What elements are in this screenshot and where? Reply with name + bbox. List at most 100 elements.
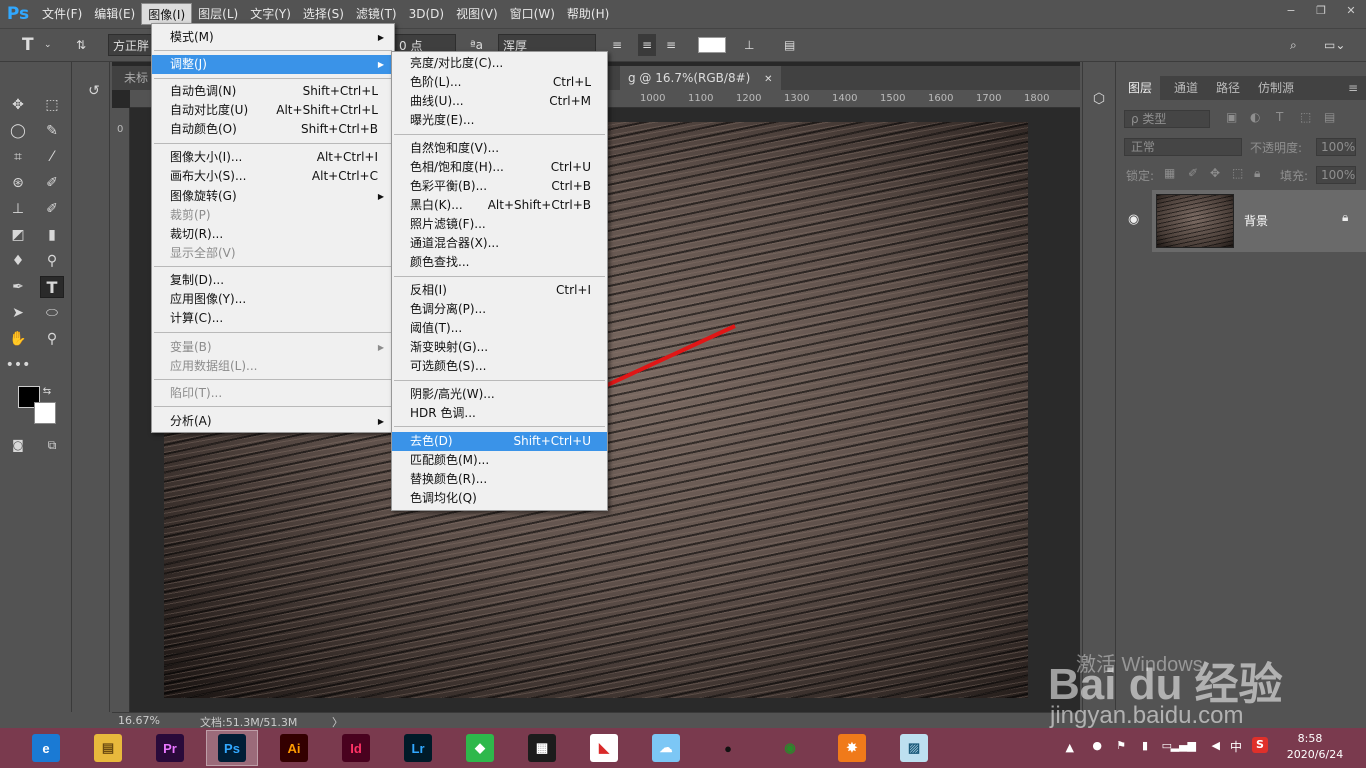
menu-item-auto-contrast[interactable]: 自动对比度(U) Alt+Shift+Ctrl+L [152,101,394,120]
layer-filter-select[interactable]: ρ 类型 [1124,110,1210,128]
filter-pixel-icon[interactable]: ▣ [1226,110,1237,124]
item-label: 色相/饱和度(H)... [410,160,504,174]
menu-item-apply-image[interactable]: 应用图像(Y)... [152,290,394,309]
menu-item-black-white[interactable]: 黑白(K)... Alt+Shift+Ctrl+B [392,196,607,215]
blend-mode-select[interactable]: 正常 [1124,138,1242,156]
menu-item-selective-color[interactable]: 可选颜色(S)... [392,357,607,376]
shortcut: Ctrl+U [550,160,591,174]
filter-type-icon[interactable]: T [1276,110,1283,124]
filter-adjust-icon[interactable]: ◐ [1250,110,1260,124]
lock-all-icon[interactable]: 🔒︎ [1254,166,1260,181]
item-label: 裁剪(P) [170,208,211,222]
3d-panel-icon[interactable]: ⬡ [1087,88,1111,110]
tab-channels[interactable]: 通道 [1166,76,1206,100]
menu-item-posterize[interactable]: 色调分离(P)... [392,300,607,319]
item-label: 陷印(T)... [170,386,223,400]
taskbar-app-indesign[interactable]: Id [330,730,382,766]
taskbar-app-video-editor[interactable]: ▦ [516,730,568,766]
taskbar-app-notes[interactable]: ▨ [888,730,940,766]
menu-item-auto-tone[interactable]: 自动色调(N) Shift+Ctrl+L [152,82,394,101]
image-menu: 模式(M) ▶ 调整(J) ▶ 自动色调(N) Shift+Ctrl+L 自动对比度(… [151,23,395,433]
menu-item-curves[interactable]: 曲线(U)... Ctrl+M [392,92,607,111]
menu-item-brightness-contrast[interactable]: 亮度/对比度(C)... [392,54,607,73]
menu-item-replace-color[interactable]: 替换颜色(R)... [392,470,607,489]
menu-item-vibrance[interactable]: 自然饱和度(V)... [392,139,607,158]
filter-smart-icon[interactable]: ▤ [1324,110,1335,124]
taskbar-app-app-cloud[interactable]: ☁ [640,730,692,766]
menu-item-desaturate[interactable]: 去色(D) Shift+Ctrl+U [392,432,607,451]
lock-pixels-icon[interactable]: ▦ [1164,166,1175,180]
status-bar: 16.67% 文档:51.3M/51.3M 〉 [112,712,1080,729]
submenu-arrow-icon: ▶ [377,192,384,201]
opacity-field[interactable]: 100% [1316,138,1356,156]
clock-date[interactable]: 2020/6/24 [1280,748,1350,761]
qq-tray-icon[interactable]: ● [1092,739,1102,752]
item-label: 调整(J) [170,57,207,71]
menu-item-threshold[interactable]: 阈值(T)... [392,319,607,338]
menu-item-equalize[interactable]: 色调均化(Q) [392,489,607,508]
menu-item-image-rotation[interactable]: 图像旋转(G) ▶ [152,187,394,206]
menu-item-analysis[interactable]: 分析(A) ▶ [152,412,394,431]
menu-item-color-balance[interactable]: 色彩平衡(B)... Ctrl+B [392,177,607,196]
network-icon[interactable]: ▂▄▆ [1171,739,1196,752]
taskbar-app-qq[interactable]: ● [702,730,754,766]
ime-indicator[interactable]: 中 [1230,738,1242,755]
taskbar-app-app-green[interactable]: ◆ [454,730,506,766]
sogou-ime-icon[interactable]: S [1252,737,1268,753]
menu-item-levels[interactable]: 色阶(L)... Ctrl+L [392,73,607,92]
taskbar-app-browser[interactable]: e [20,730,72,766]
lock-paint-icon[interactable]: ✐ [1188,166,1198,180]
menu-item-exposure[interactable]: 曝光度(E)... [392,111,607,130]
menu-item-channel-mixer[interactable]: 通道混合器(X)... [392,234,607,253]
menu-item-canvas-size[interactable]: 画布大小(S)... Alt+Ctrl+C [152,167,394,186]
menu-item-shadows-highlights[interactable]: 阴影/高光(W)... [392,385,607,404]
item-label: 颜色查找... [410,255,470,269]
photoshop-window: Ps 文件(F) 编辑(E) 图像(I) 图层(L) 文字(Y) 选择(S) 滤… [0,0,1366,768]
battery-icon[interactable]: ▮ [1142,739,1148,752]
taskbar-app-app-orange[interactable]: ✸ [826,730,878,766]
taskbar-app-illustrator[interactable]: Ai [268,730,320,766]
tab-paths[interactable]: 路径 [1208,76,1248,100]
menu-item-duplicate[interactable]: 复制(D)... [152,271,394,290]
menu-item-hdr-toning[interactable]: HDR 色调... [392,404,607,423]
taskbar-app-premiere[interactable]: Pr [144,730,196,766]
menu-item-hue-saturation[interactable]: 色相/饱和度(H)... Ctrl+U [392,158,607,177]
fill-field[interactable]: 100% [1316,166,1356,184]
taskbar-app-explorer[interactable]: ▤ [82,730,134,766]
tray-expand-icon[interactable]: ▲ [1066,741,1074,754]
menu-item-invert[interactable]: 反相(I) Ctrl+I [392,281,607,300]
tab-clone-source[interactable]: 仿制源 [1250,76,1302,100]
item-label: 画布大小(S)... [170,169,247,183]
submenu-arrow-icon: ▶ [377,60,384,69]
taskbar-app-lightroom[interactable]: Lr [392,730,444,766]
windows-taskbar: e ▤ Pr Ps Ai Id Lr ◆ ▦ ◣ ☁ ● ◉ ✸ ▨ ▲ ● ⚑ ▮ ▭ ▂▄▆ ◀︎ 中 … [0,728,1366,768]
panel-menu-icon[interactable]: ≡ [1340,76,1366,100]
volume-icon[interactable]: ◀︎ [1212,739,1220,752]
shortcut: Shift+Ctrl+L [302,84,378,98]
zoom-level[interactable]: 16.67% [118,714,160,727]
menu-item-photo-filter[interactable]: 照片滤镜(F)... [392,215,607,234]
lock-artboard-icon[interactable]: ⬚ [1232,166,1243,180]
item-label: 阈值(T)... [410,321,463,335]
layer-row-background[interactable]: 背景 🔒︎ [1152,190,1366,252]
flag-icon[interactable]: ⚑ [1116,739,1126,752]
lock-position-icon[interactable]: ✥ [1210,166,1220,180]
clock-time[interactable]: 8:58 [1280,732,1340,745]
menu-item-match-color[interactable]: 匹配颜色(M)... [392,451,607,470]
menu-separator [154,332,392,333]
menu-item-auto-color[interactable]: 自动颜色(O) Shift+Ctrl+B [152,120,394,139]
taskbar-app-chrome[interactable]: ◉ [764,730,816,766]
menu-item-trim[interactable]: 裁切(R)... [152,225,394,244]
menu-item-mode[interactable]: 模式(M) ▶ [152,28,394,47]
tab-layers[interactable]: 图层 [1120,76,1161,100]
taskbar-app-photoshop[interactable]: Ps [206,730,258,766]
menu-item-calculations[interactable]: 计算(C)... [152,309,394,328]
menu-item-image-size[interactable]: 图像大小(I)... Alt+Ctrl+I [152,148,394,167]
shortcut: Alt+Shift+Ctrl+B [487,198,591,212]
menu-item-gradient-map[interactable]: 渐变映射(G)... [392,338,607,357]
filter-shape-icon[interactable]: ⬚ [1300,110,1311,124]
taskbar-app-app-redgreen[interactable]: ◣ [578,730,630,766]
visibility-eye-icon[interactable]: ◉ [1128,212,1139,227]
menu-item-adjustments[interactable]: 调整(J) ▶ [152,55,394,74]
menu-item-color-lookup[interactable]: 颜色查找... [392,253,607,272]
